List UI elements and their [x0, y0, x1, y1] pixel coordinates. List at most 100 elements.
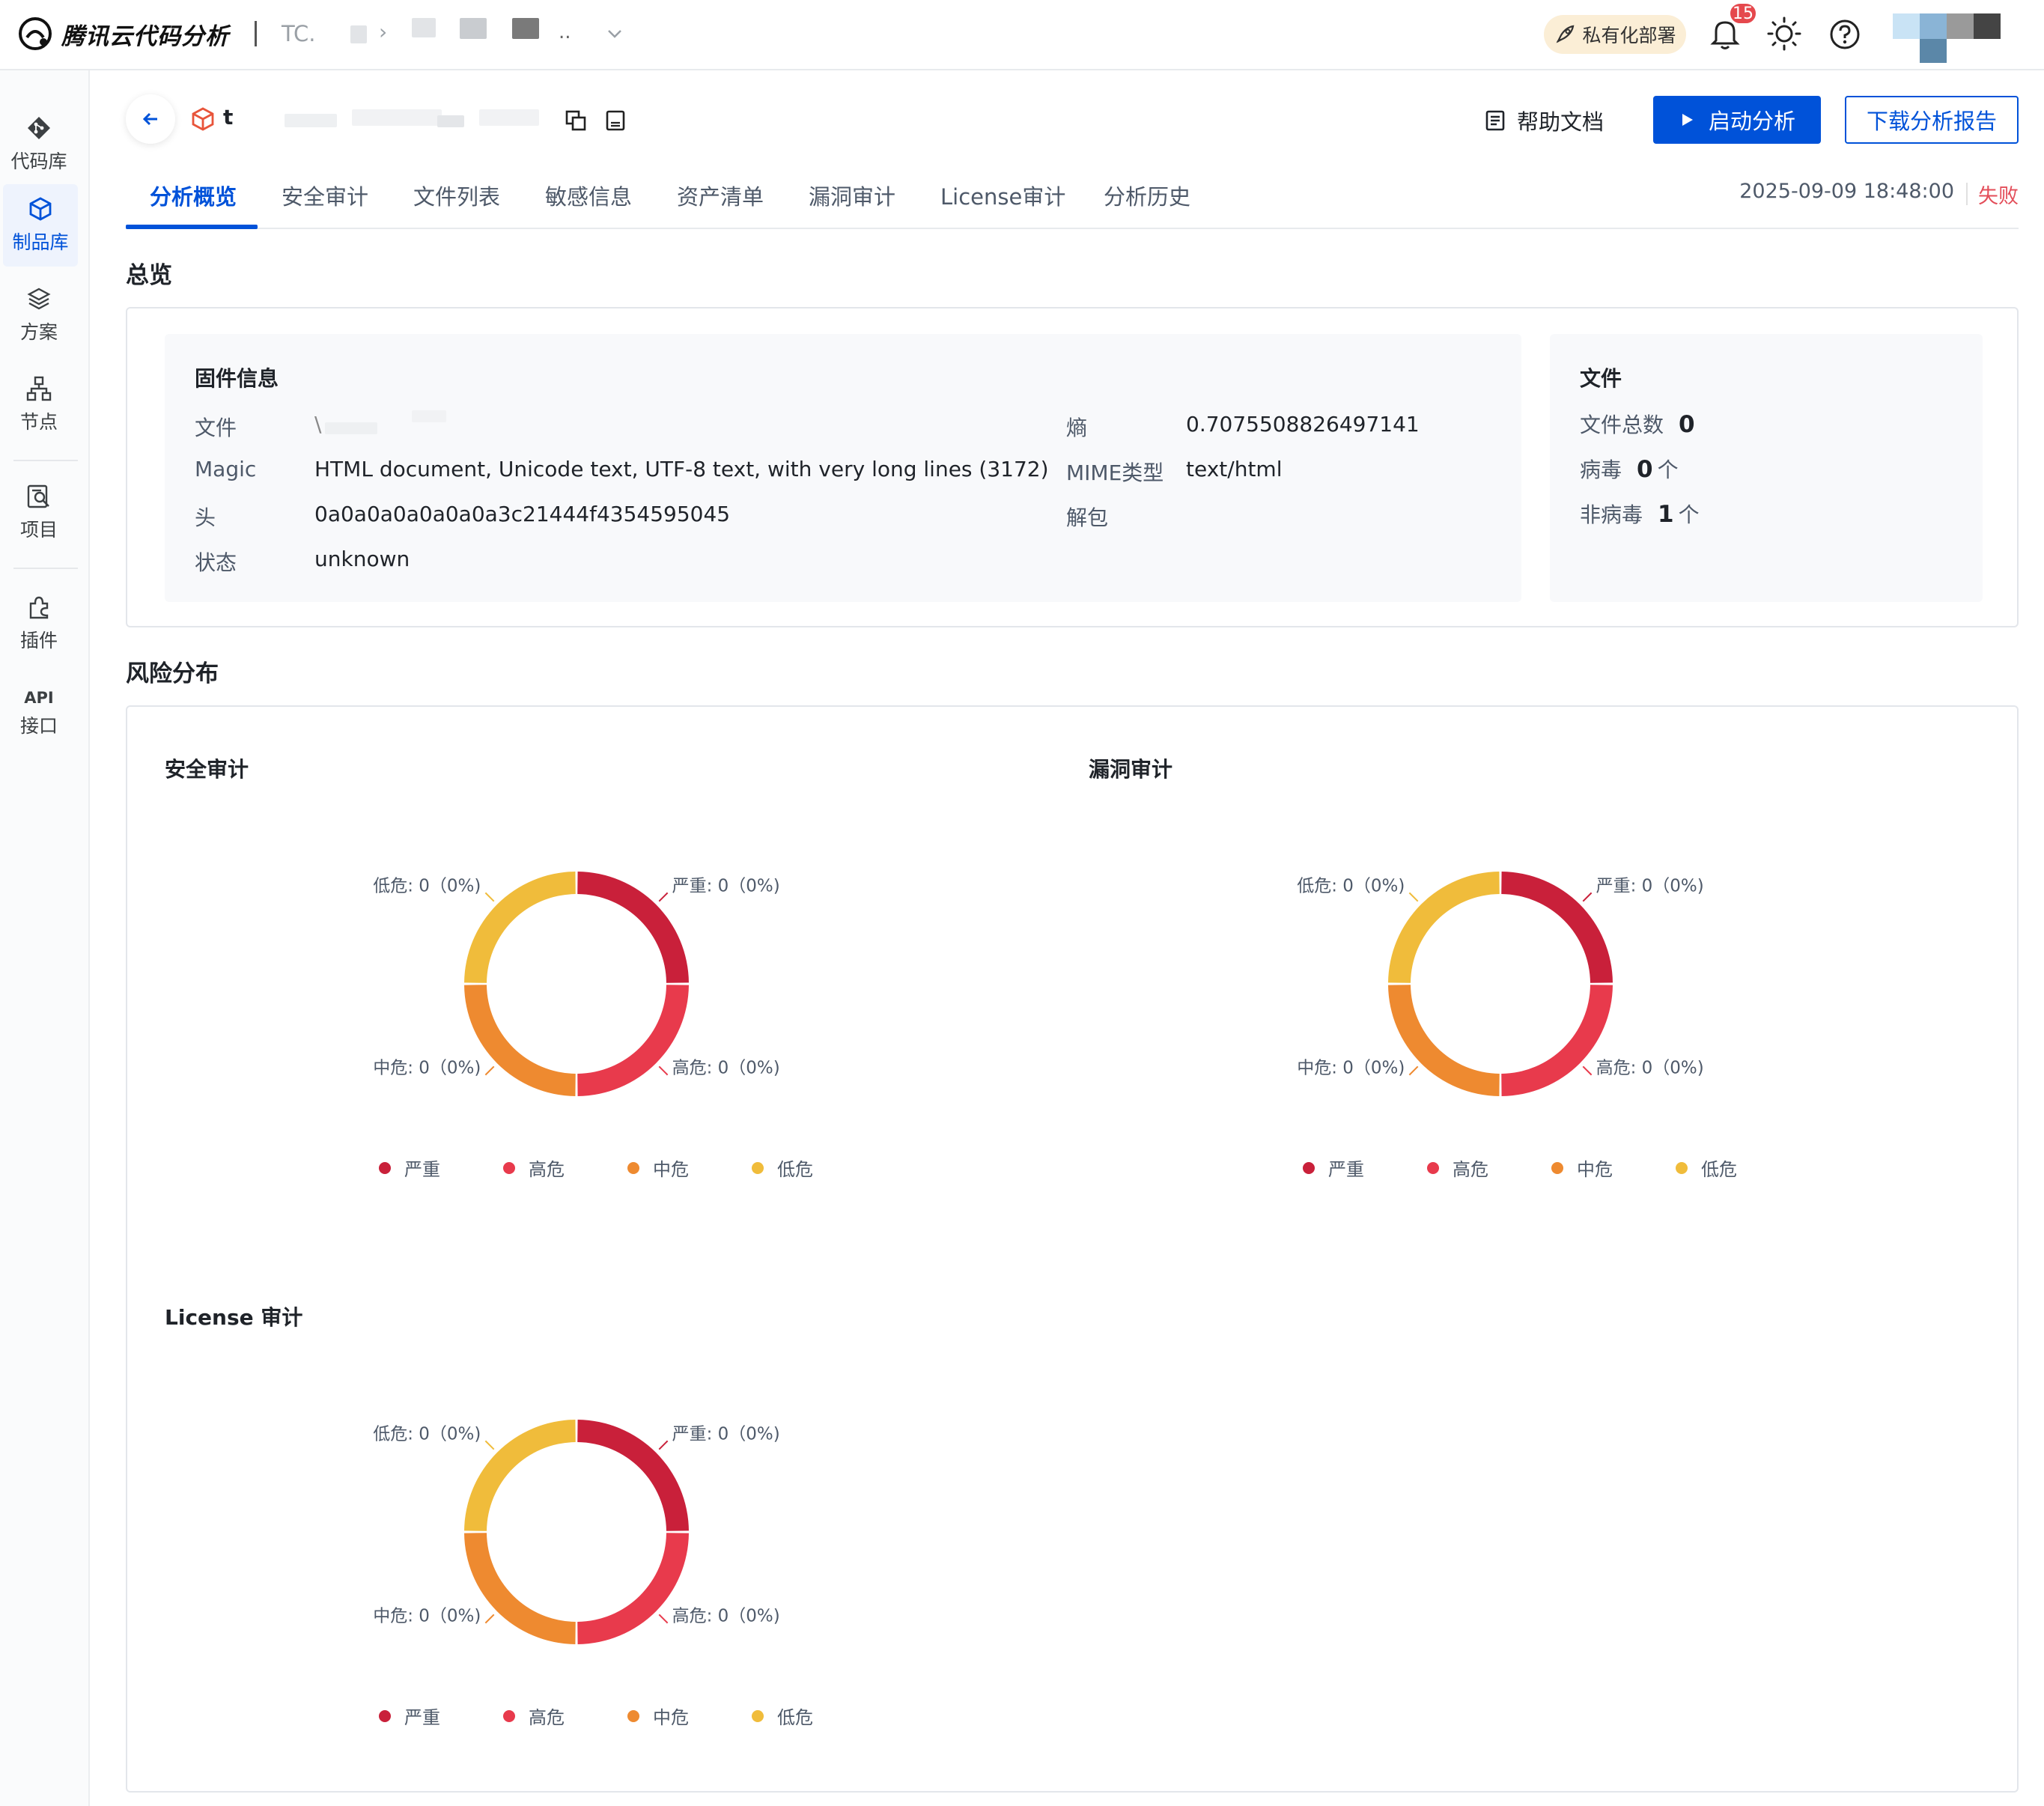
- tab-overview[interactable]: 分析概览: [150, 180, 237, 211]
- legend-dot-icon: [627, 1161, 639, 1174]
- firmware-file-value: \: [314, 412, 322, 437]
- legend-dot-icon: [503, 1161, 515, 1174]
- donut-data-label: 严重: 0（0%): [672, 1424, 780, 1444]
- legend-dot-icon: [379, 1709, 391, 1722]
- donut-slice-2[interactable]: [1501, 985, 1613, 1096]
- tab-asset-list[interactable]: 资产清单: [677, 180, 764, 211]
- tab-license-audit[interactable]: License审计: [940, 180, 1065, 211]
- app-logo[interactable]: 腾讯云代码分析: [16, 15, 229, 52]
- firmware-status-label: 状态: [195, 550, 237, 575]
- help-circle-icon[interactable]: [1828, 18, 1861, 51]
- sidebar-item-label: 接口: [19, 715, 58, 737]
- chevron-down-icon[interactable]: [605, 24, 624, 43]
- breadcrumb-dots: ..: [559, 21, 571, 43]
- donut-data-label: 中危: 0（0%): [373, 1059, 481, 1078]
- donut-slice-3[interactable]: [464, 985, 576, 1096]
- label-leader-line: [1408, 892, 1419, 902]
- legend-dot-icon: [1303, 1161, 1315, 1174]
- sidebar-item-artifact-repo[interactable]: 制品库: [3, 184, 78, 267]
- start-analysis-button[interactable]: 启动分析: [1653, 96, 1821, 144]
- user-avatar[interactable]: [1893, 13, 2005, 64]
- firmware-magic-value: HTML document, Unicode text, UTF-8 text,…: [314, 457, 1049, 481]
- non-virus-value: 1: [1658, 501, 1674, 528]
- legend-item[interactable]: 中危: [627, 1155, 689, 1181]
- document-icon[interactable]: [605, 109, 626, 132]
- legend-label: 高危: [1453, 1159, 1488, 1180]
- download-report-button[interactable]: 下载分析报告: [1845, 96, 2019, 144]
- private-deploy-button[interactable]: 私有化部署: [1544, 15, 1686, 54]
- tencent-cloud-logo-icon: [19, 17, 52, 50]
- legend-label: 严重: [404, 1707, 440, 1728]
- sidebar-item-nodes[interactable]: 节点: [0, 364, 78, 446]
- legend-label: 严重: [1328, 1159, 1364, 1180]
- sidebar-item-scheme[interactable]: 方案: [0, 274, 78, 356]
- legend-item[interactable]: 低危: [1676, 1155, 1737, 1181]
- donut-slice-2[interactable]: [577, 1533, 689, 1644]
- risk-distribution-card: 安全审计 严重: 0（0%) 高危: 0（0%) 中危: 0（0%) 低危: 0（0%…: [126, 705, 2019, 1793]
- virus-row: 病毒 0 个: [1580, 454, 1679, 484]
- theme-toggle-sun-icon[interactable]: [1767, 16, 1801, 51]
- redacted-text: [412, 410, 446, 422]
- sidebar-item-project[interactable]: 项目: [0, 472, 78, 554]
- tab-sensitive-info[interactable]: 敏感信息: [545, 180, 632, 211]
- breadcrumb-org[interactable]: TC.: [282, 21, 315, 46]
- donut-slice-2[interactable]: [577, 985, 689, 1096]
- sidebar-item-label: 插件: [19, 630, 58, 651]
- legend-label: 高危: [529, 1707, 565, 1728]
- sidebar-item-api[interactable]: API 接口: [0, 672, 78, 755]
- back-button[interactable]: [126, 94, 175, 144]
- sidebar-item-label: 代码库: [10, 150, 67, 172]
- overview-section-title: 总览: [126, 262, 172, 289]
- firmware-unpack-label: 解包: [1066, 505, 1109, 530]
- legend-item[interactable]: 高危: [503, 1155, 565, 1181]
- non-virus-label: 非病毒: [1580, 502, 1643, 527]
- sidebar-item-label: 节点: [19, 411, 58, 433]
- legend-item[interactable]: 严重: [379, 1155, 440, 1181]
- tab-vuln-audit[interactable]: 漏洞审计: [809, 180, 895, 211]
- tab-file-list[interactable]: 文件列表: [413, 180, 500, 211]
- analysis-status-badge: 失败: [1978, 185, 2019, 208]
- legend-item[interactable]: 严重: [1303, 1155, 1364, 1181]
- active-tab-indicator: [126, 225, 258, 229]
- analysis-timestamp: 2025-09-09 18:48:00: [1739, 180, 1954, 203]
- tab-security-audit[interactable]: 安全审计: [282, 180, 368, 211]
- firmware-entropy-value: 0.7075508826497141: [1186, 412, 1420, 437]
- donut-slice-3[interactable]: [464, 1533, 576, 1644]
- redacted-text: [460, 18, 487, 39]
- document-list-icon: [1485, 110, 1505, 131]
- label-leader-line: [1582, 1065, 1593, 1076]
- legend-item[interactable]: 严重: [379, 1703, 440, 1729]
- label-leader-line: [658, 892, 669, 902]
- api-text-icon: API: [24, 689, 54, 707]
- help-doc-link[interactable]: 帮助文档: [1484, 105, 1604, 136]
- legend-item[interactable]: 高危: [1427, 1155, 1488, 1181]
- legend-dot-icon: [752, 1161, 764, 1174]
- help-doc-label: 帮助文档: [1517, 109, 1605, 135]
- legend-item[interactable]: 高危: [503, 1703, 565, 1729]
- plugin-icon: [29, 596, 49, 619]
- sidebar-divider: [13, 460, 78, 461]
- sidebar: 代码库 制品库 方案 节点 项目 插件 API 接口: [0, 70, 90, 1806]
- nodes-icon: [26, 376, 52, 401]
- sidebar-item-plugin[interactable]: 插件: [0, 583, 78, 665]
- label-leader-line: [658, 1614, 669, 1624]
- legend-item[interactable]: 低危: [752, 1703, 813, 1729]
- tab-bar: 分析概览 安全审计 文件列表 敏感信息 资产清单 漏洞审计 License审计 …: [126, 162, 2019, 229]
- donut-slice-3[interactable]: [1388, 985, 1500, 1096]
- firmware-header-value: 0a0a0a0a0a0a0a3c21444f4354595045: [314, 502, 731, 526]
- sidebar-item-code-repo[interactable]: 代码库: [0, 103, 78, 186]
- copy-icon[interactable]: [565, 109, 587, 132]
- risk-section-title: 风险分布: [126, 660, 219, 687]
- cube-icon: [29, 197, 52, 221]
- legend-dot-icon: [503, 1709, 515, 1722]
- legend-item[interactable]: 中危: [627, 1703, 689, 1729]
- app-title: 腾讯云代码分析: [61, 22, 229, 50]
- legend-dot-icon: [1551, 1161, 1563, 1174]
- donut-data-label: 高危: 0（0%): [672, 1059, 780, 1078]
- legend-item[interactable]: 低危: [752, 1155, 813, 1181]
- security-audit-legend: 严重 高危 中危 低危: [379, 1155, 828, 1180]
- total-files-label: 文件总数: [1580, 413, 1664, 437]
- tab-analysis-history[interactable]: 分析历史: [1104, 180, 1190, 211]
- legend-dot-icon: [1427, 1161, 1439, 1174]
- legend-item[interactable]: 中危: [1551, 1155, 1613, 1181]
